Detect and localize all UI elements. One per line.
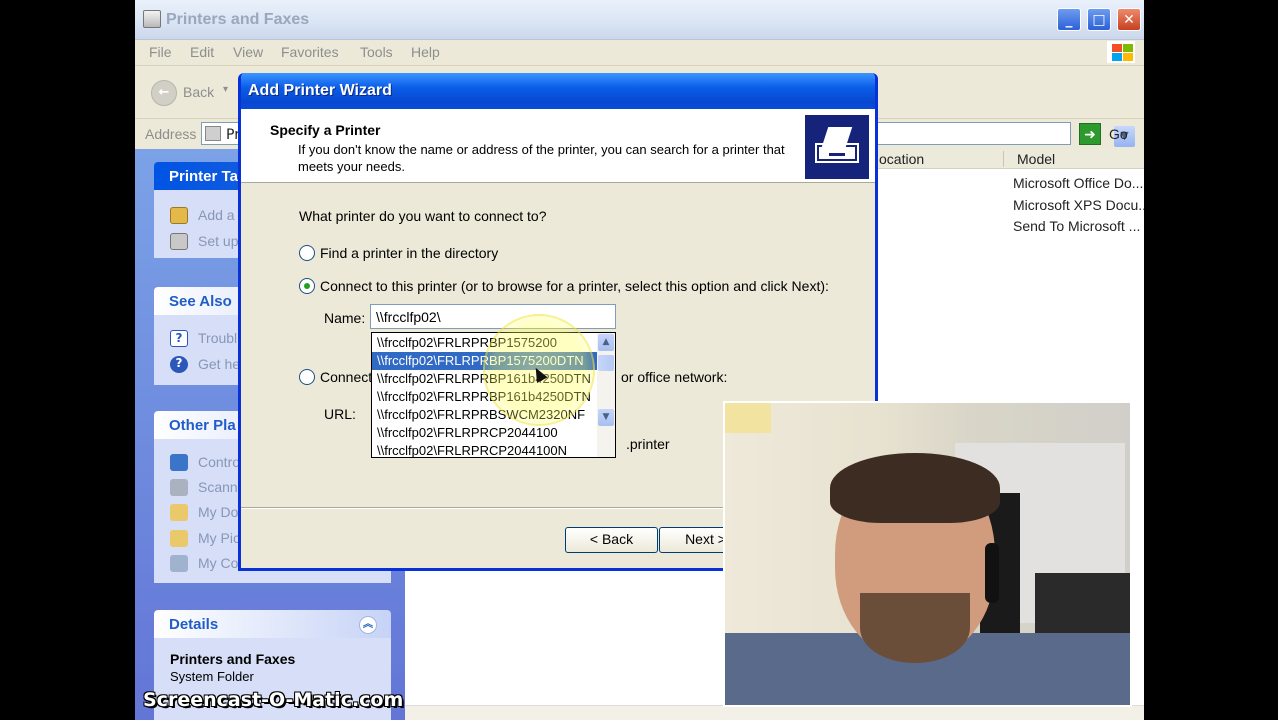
webcam-light: [725, 403, 771, 433]
printer-icon: [805, 115, 869, 179]
webcam-overlay: [723, 401, 1132, 707]
column-location[interactable]: ocation: [879, 151, 924, 167]
task-setup-fax[interactable]: Set up: [198, 233, 238, 249]
list-scrollbar[interactable]: ▲ ▼: [597, 333, 615, 457]
details-name: Printers and Faxes: [170, 651, 296, 667]
other-places-title: Other Pla: [169, 417, 236, 434]
wizard-header: Specify a Printer If you don't know the …: [241, 109, 875, 183]
menu-favorites[interactable]: Favorites: [281, 44, 339, 60]
menu-help[interactable]: Help: [411, 44, 440, 60]
model-cell[interactable]: Send To Microsoft ...: [1013, 218, 1140, 234]
option-find-label[interactable]: Find a printer in the directory: [320, 245, 498, 261]
see-also-get-help[interactable]: Get he: [198, 356, 240, 372]
printer-folder-icon: [205, 126, 221, 141]
place-control-panel[interactable]: Contro: [198, 454, 240, 470]
option-connect-label[interactable]: Connect to this printer (or to browse fo…: [320, 278, 829, 294]
my-documents-icon: [170, 504, 188, 521]
minimize-button[interactable]: _: [1057, 8, 1081, 31]
back-button[interactable]: < Back: [565, 527, 658, 553]
back-label[interactable]: Back: [183, 84, 214, 100]
control-panel-icon: [170, 454, 188, 471]
webcam-hair: [830, 453, 1000, 523]
column-separator[interactable]: [1003, 151, 1004, 167]
details-header[interactable]: Details ︽: [154, 610, 391, 638]
scanner-icon: [170, 479, 188, 496]
place-my-documents[interactable]: My Do: [198, 504, 238, 520]
menu-file[interactable]: File: [149, 44, 172, 60]
option-internet-label-tail: or office network:: [621, 369, 728, 385]
printer-name-input[interactable]: \\frcclfp02\: [370, 304, 616, 329]
help-icon: ?: [170, 356, 188, 373]
printer-tasks-title: Printer Ta: [169, 168, 238, 185]
scroll-thumb[interactable]: [598, 355, 614, 371]
menu-bar: File Edit View Favorites Tools Help: [135, 40, 1144, 64]
menu-tools[interactable]: Tools: [360, 44, 393, 60]
title-bar: Printers and Faxes _ □ ✕: [135, 0, 1144, 40]
address-label: Address: [145, 126, 197, 142]
question-label: What printer do you want to connect to?: [299, 208, 547, 224]
my-computer-icon: [170, 555, 188, 572]
wizard-title-bar: Add Printer Wizard: [241, 73, 875, 109]
menu-view[interactable]: View: [233, 44, 263, 60]
troubleshoot-icon: ?: [170, 330, 188, 347]
back-dropdown-icon[interactable]: ▾: [223, 84, 228, 95]
horizontal-scrollbar[interactable]: [405, 705, 1144, 720]
url-hint: .printer: [626, 436, 670, 452]
printer-folder-icon: [143, 10, 161, 28]
webcam-headset: [985, 543, 999, 603]
scroll-up-icon[interactable]: ▲: [598, 334, 614, 351]
wizard-title: Add Printer Wizard: [248, 82, 392, 99]
go-button[interactable]: Go: [1109, 126, 1128, 142]
option-internet-label[interactable]: Connect: [320, 369, 372, 385]
go-arrow-icon[interactable]: ➜: [1079, 123, 1101, 145]
url-label: URL:: [324, 406, 356, 422]
webcam-beard: [860, 593, 970, 663]
list-item[interactable]: \\frcclfp02\FRLRPRCP2044100: [372, 424, 597, 442]
radio-find-printer[interactable]: [299, 245, 315, 261]
menu-edit[interactable]: Edit: [190, 44, 214, 60]
radio-connect-printer[interactable]: [299, 278, 315, 294]
place-my-computer[interactable]: My Co: [198, 555, 238, 571]
see-also-title: See Also: [169, 293, 232, 310]
place-scanners[interactable]: Scann: [198, 479, 238, 495]
maximize-button[interactable]: □: [1087, 8, 1111, 31]
model-cell[interactable]: Microsoft Office Do...: [1013, 175, 1143, 191]
model-cell[interactable]: Microsoft XPS Docu...: [1013, 197, 1144, 213]
radio-internet-printer[interactable]: [299, 369, 315, 385]
window-title: Printers and Faxes: [166, 11, 310, 28]
list-item[interactable]: \\frcclfp02\FRLRPRCP2044100N: [372, 442, 597, 457]
details-title: Details: [169, 616, 219, 633]
fax-icon: [170, 233, 188, 250]
name-label: Name:: [324, 310, 366, 326]
place-my-pictures[interactable]: My Pic: [198, 530, 240, 546]
close-button[interactable]: ✕: [1117, 8, 1141, 31]
task-add-printer[interactable]: Add a: [198, 207, 235, 223]
details-type: System Folder: [170, 669, 254, 684]
collapse-chevron-icon[interactable]: ︽: [359, 616, 377, 634]
windows-logo-icon: [1107, 41, 1135, 63]
see-also-troubleshoot[interactable]: Troubl: [198, 330, 237, 346]
wizard-heading: Specify a Printer: [270, 122, 381, 138]
scroll-down-icon[interactable]: ▼: [598, 409, 614, 426]
my-pictures-icon: [170, 530, 188, 547]
screencast-watermark: Screencast-O-Matic.com: [143, 689, 404, 711]
printer-name-value: \\frcclfp02\: [376, 309, 441, 325]
wizard-subtitle: If you don't know the name or address of…: [298, 142, 785, 174]
add-printer-icon: [170, 207, 188, 224]
back-arrow-icon[interactable]: ←: [151, 80, 177, 106]
column-model[interactable]: Model: [1017, 151, 1055, 167]
